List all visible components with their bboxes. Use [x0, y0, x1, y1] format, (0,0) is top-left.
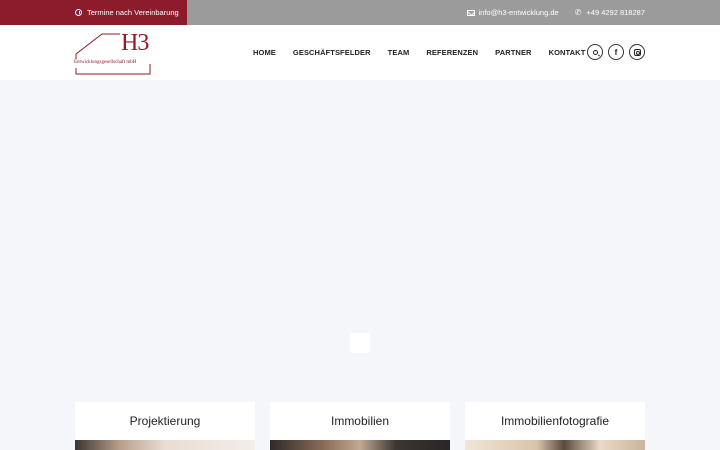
contact-info: info@h3-entwicklung.de ✆ +49 4292 818287 — [451, 0, 645, 25]
email-text: info@h3-entwicklung.de — [478, 8, 559, 17]
main-nav: HOME GESCHÄFTSFELDER TEAM REFERENZEN PAR… — [253, 25, 602, 80]
search-icon — [592, 49, 598, 55]
facebook-button[interactable]: f — [608, 44, 624, 60]
card-image — [270, 440, 450, 450]
nav-geschaeftsfelder[interactable]: GESCHÄFTSFELDER — [293, 48, 371, 57]
phone-icon: ✆ — [574, 8, 582, 17]
logo-mark: H3 — [121, 30, 149, 56]
card-immobilien[interactable]: Immobilien — [270, 402, 450, 450]
clock-icon — [75, 9, 82, 16]
logo-subtitle: Entwicklungsgesellschaft mbH — [74, 60, 137, 65]
site-header: H3 Entwicklungsgesellschaft mbH HOME GES… — [0, 25, 720, 80]
logo[interactable]: H3 Entwicklungsgesellschaft mbH — [74, 30, 154, 76]
envelope-icon — [466, 9, 475, 16]
hero-slider — [0, 80, 720, 450]
instagram-icon — [633, 48, 641, 56]
phone-link[interactable]: ✆ +49 4292 818287 — [575, 8, 645, 17]
appointment-text: Termine nach Vereinbarung — [87, 8, 179, 17]
facebook-icon: f — [614, 47, 618, 57]
email-link[interactable]: info@h3-entwicklung.de — [466, 8, 559, 17]
card-projektierung[interactable]: Projektierung — [75, 402, 255, 450]
nav-partner[interactable]: PARTNER — [495, 48, 531, 57]
card-immobilienfotografie[interactable]: Immobilienfotografie — [465, 402, 645, 450]
card-title: Immobilienfotografie — [500, 414, 610, 428]
card-title: Projektierung — [129, 414, 201, 428]
nav-referenzen[interactable]: REFERENZEN — [426, 48, 478, 57]
card-image — [75, 440, 255, 450]
top-bar: Termine nach Vereinbarung info@h3-entwic… — [0, 0, 720, 25]
instagram-button[interactable] — [629, 44, 645, 60]
nav-team[interactable]: TEAM — [388, 48, 410, 57]
card-image — [465, 440, 645, 450]
nav-home[interactable]: HOME — [253, 48, 276, 57]
search-button[interactable] — [587, 44, 603, 60]
card-title: Immobilien — [330, 414, 390, 428]
slider-loader — [350, 333, 370, 353]
nav-kontakt[interactable]: KONTAKT — [549, 48, 586, 57]
phone-text: +49 4292 818287 — [586, 8, 645, 17]
social-icons: f — [587, 44, 650, 60]
appointment-banner: Termine nach Vereinbarung — [0, 0, 187, 25]
